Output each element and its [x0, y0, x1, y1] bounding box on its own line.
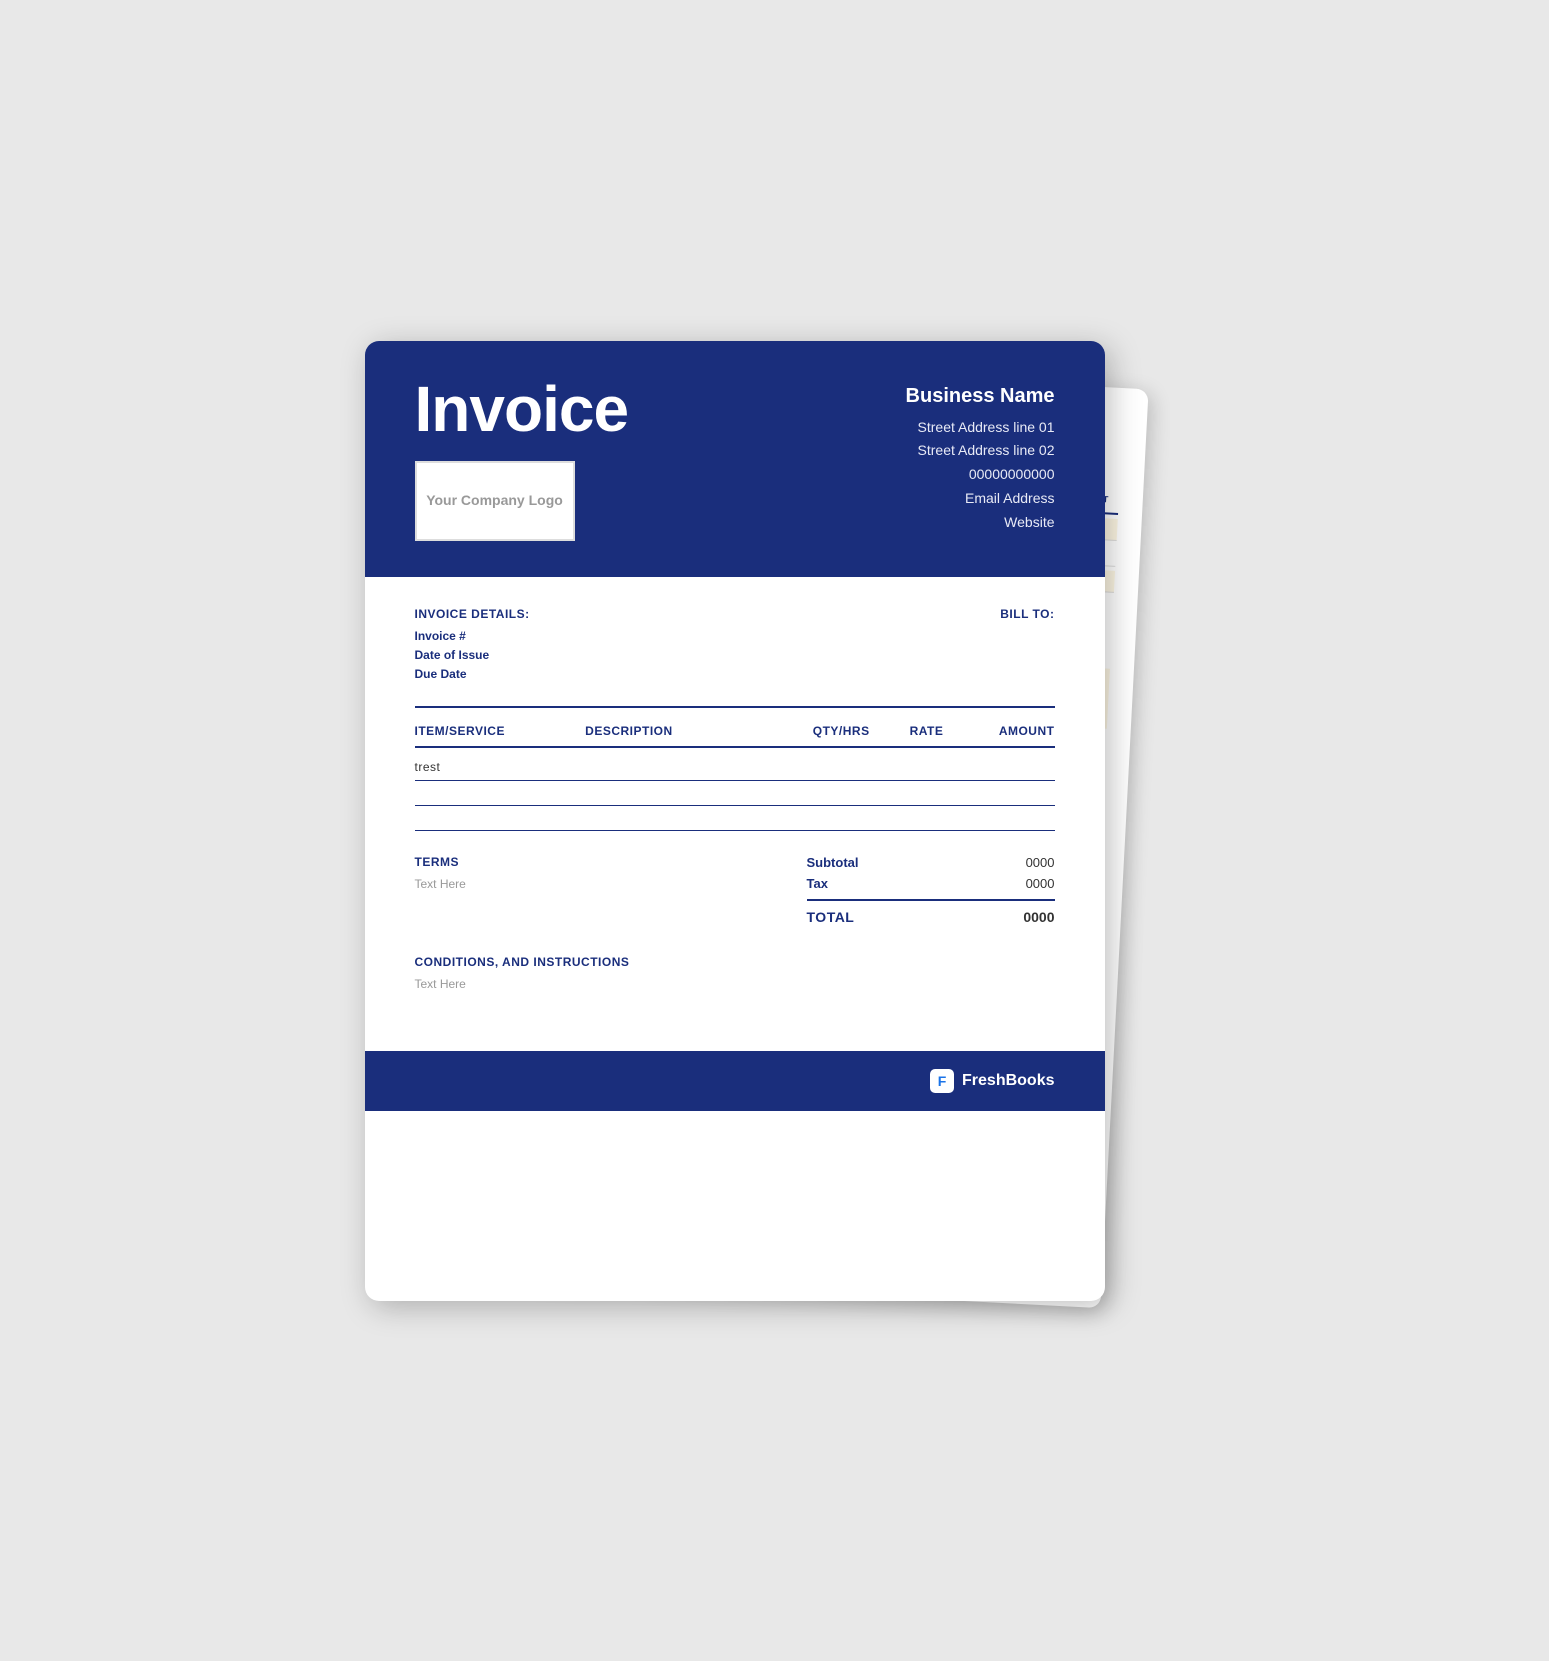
invoice-details-label: INVOICE DETAILS: [415, 607, 530, 621]
invoice-front-document: Invoice Your Company Logo Business Name … [365, 341, 1105, 1301]
tax-row: Tax 0000 [807, 876, 1055, 891]
col-header-amount: AMOUNT [969, 724, 1054, 738]
table-row [415, 806, 1055, 831]
conditions-text: Text Here [415, 977, 1055, 991]
address-line-2: Street Address line 02 [906, 439, 1055, 463]
invoice-number-field: Invoice # [415, 629, 530, 643]
section-divider-1 [415, 706, 1055, 708]
address-line-website: Website [906, 511, 1055, 535]
row1-rate [884, 760, 969, 774]
items-table: ITEM/SERVICE DESCRIPTION QTY/HRS RATE AM… [415, 724, 1055, 831]
total-key: TOTAL [807, 909, 855, 925]
date-of-issue-field: Date of Issue [415, 648, 530, 662]
total-val: 0000 [1023, 909, 1054, 925]
invoice-title: Invoice [415, 377, 629, 441]
col-header-item: ITEM/SERVICE [415, 724, 586, 738]
header-right: Business Name Street Address line 01 Str… [906, 377, 1055, 535]
tax-key: Tax [807, 876, 828, 891]
company-logo-placeholder: Your Company Logo [415, 461, 575, 541]
freshbooks-icon: F [930, 1069, 954, 1093]
totals-column: Subtotal 0000 Tax 0000 TOTAL 0000 [807, 855, 1055, 925]
col-header-rate: RATE [884, 724, 969, 738]
terms-label: TERMS [415, 855, 787, 869]
conditions-label: CONDITIONS, AND INSTRUCTIONS [415, 955, 1055, 969]
invoice-details-section: INVOICE DETAILS: Invoice # Date of Issue… [415, 607, 1055, 686]
invoice-body: INVOICE DETAILS: Invoice # Date of Issue… [365, 577, 1105, 1051]
subtotal-val: 0000 [1026, 855, 1055, 870]
terms-text: Text Here [415, 877, 787, 891]
totals-divider [807, 899, 1055, 901]
invoice-footer: F FreshBooks [365, 1051, 1105, 1111]
invoice-header: Invoice Your Company Logo Business Name … [365, 341, 1105, 577]
total-row: TOTAL 0000 [807, 909, 1055, 925]
row1-amount [969, 760, 1054, 774]
table-row: trest [415, 748, 1055, 781]
freshbooks-brand-name: FreshBooks [962, 1072, 1054, 1090]
invoice-details-left: INVOICE DETAILS: Invoice # Date of Issue… [415, 607, 530, 686]
table-row [415, 781, 1055, 806]
invoice-scene: INVOICE DETAILS: Invoice # 0000 Date of … [365, 341, 1185, 1321]
subtotal-key: Subtotal [807, 855, 859, 870]
address-line-email: Email Address [906, 487, 1055, 511]
due-date-field: Due Date [415, 667, 530, 681]
bill-to-label: BILL TO: [1000, 607, 1054, 686]
tax-val: 0000 [1026, 876, 1055, 891]
address-line-phone: 00000000000 [906, 463, 1055, 487]
conditions-section: CONDITIONS, AND INSTRUCTIONS Text Here [415, 955, 1055, 1021]
bottom-section: TERMS Text Here Subtotal 0000 Tax 0000 T… [415, 855, 1055, 925]
header-left: Invoice Your Company Logo [415, 377, 629, 541]
address-line-1: Street Address line 01 [906, 416, 1055, 440]
business-name: Business Name [906, 385, 1055, 408]
row1-desc [585, 760, 798, 774]
freshbooks-logo: F FreshBooks [930, 1069, 1054, 1093]
row1-item: trest [415, 760, 586, 774]
subtotal-row: Subtotal 0000 [807, 855, 1055, 870]
terms-column: TERMS Text Here [415, 855, 787, 925]
col-header-qty: QTY/HRS [799, 724, 884, 738]
row1-qty [799, 760, 884, 774]
table-header-row: ITEM/SERVICE DESCRIPTION QTY/HRS RATE AM… [415, 724, 1055, 748]
col-header-desc: DESCRIPTION [585, 724, 798, 738]
